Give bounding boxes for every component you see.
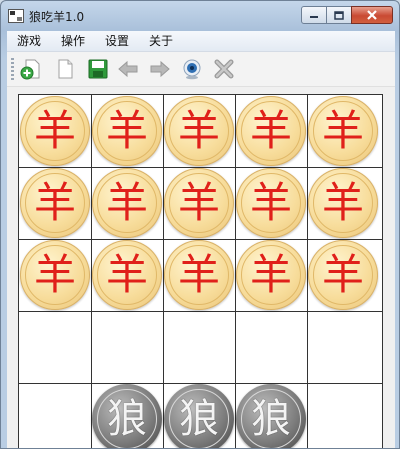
app-icon <box>8 9 24 23</box>
redo-arrow-icon <box>150 60 170 78</box>
sheep-piece[interactable]: 羊 <box>308 96 378 166</box>
blank-document-button[interactable] <box>53 57 77 81</box>
sheep-piece-label: 羊 <box>105 250 148 299</box>
menu-about[interactable]: 关于 <box>139 31 183 51</box>
sheep-piece[interactable]: 羊 <box>92 96 162 166</box>
toolbar-grip[interactable] <box>11 58 14 80</box>
sheep-piece-label: 羊 <box>33 106 76 155</box>
client-area: 游戏 操作 设置 关于 羊 羊 羊 羊 羊 羊 羊 羊 羊 羊 羊 羊 羊 羊 … <box>7 31 395 448</box>
sheep-piece[interactable]: 羊 <box>92 168 162 238</box>
sheep-piece[interactable]: 羊 <box>92 240 162 310</box>
minimize-icon <box>310 16 318 18</box>
save-button[interactable] <box>86 57 110 81</box>
camera-icon <box>183 59 201 80</box>
window-title: 狼吃羊1.0 <box>29 10 85 24</box>
undo-arrow-icon <box>118 60 138 78</box>
new-game-button[interactable] <box>19 57 43 81</box>
sheep-piece[interactable]: 羊 <box>20 240 90 310</box>
sheep-piece[interactable]: 羊 <box>20 96 90 166</box>
blank-document-icon <box>58 59 73 79</box>
sheep-piece[interactable]: 羊 <box>308 168 378 238</box>
sheep-piece-label: 羊 <box>321 106 364 155</box>
sheep-piece-label: 羊 <box>249 178 292 227</box>
wolf-piece-label: 狼 <box>179 396 219 442</box>
sheep-piece[interactable]: 羊 <box>164 240 234 310</box>
close-button[interactable] <box>351 6 393 24</box>
sheep-piece-label: 羊 <box>177 178 220 227</box>
sheep-piece[interactable]: 羊 <box>236 168 306 238</box>
menu-settings[interactable]: 设置 <box>95 31 139 51</box>
toolbar <box>7 52 395 87</box>
stop-button[interactable] <box>212 57 236 81</box>
sheep-piece-label: 羊 <box>33 250 76 299</box>
maximize-button[interactable] <box>326 6 352 24</box>
sheep-piece-label: 羊 <box>105 178 148 227</box>
sheep-piece-label: 羊 <box>177 106 220 155</box>
new-game-icon <box>20 59 40 80</box>
maximize-icon <box>334 10 344 20</box>
sheep-piece-label: 羊 <box>105 106 148 155</box>
minimize-button[interactable] <box>301 6 327 24</box>
save-icon <box>88 59 108 79</box>
sheep-piece-label: 羊 <box>321 178 364 227</box>
sheep-piece-label: 羊 <box>177 250 220 299</box>
sheep-piece[interactable]: 羊 <box>308 240 378 310</box>
menu-game[interactable]: 游戏 <box>7 31 51 51</box>
menu-operate[interactable]: 操作 <box>51 31 95 51</box>
close-icon <box>367 10 377 20</box>
wolf-piece[interactable]: 狼 <box>236 384 306 448</box>
app-window: 狼吃羊1.0 游戏 操作 设置 关于 羊 羊 羊 羊 羊 羊 羊 羊 羊 羊 羊… <box>0 0 400 449</box>
camera-button[interactable] <box>180 57 204 81</box>
sheep-piece[interactable]: 羊 <box>20 168 90 238</box>
grid-line-horizontal <box>19 311 382 312</box>
undo-button[interactable] <box>116 57 140 81</box>
sheep-piece[interactable]: 羊 <box>164 96 234 166</box>
wolf-piece[interactable]: 狼 <box>92 384 162 448</box>
sheep-piece-label: 羊 <box>249 250 292 299</box>
sheep-piece[interactable]: 羊 <box>164 168 234 238</box>
sheep-piece-label: 羊 <box>249 106 292 155</box>
wolf-piece-label: 狼 <box>251 396 291 442</box>
wolf-piece-label: 狼 <box>107 396 147 442</box>
game-board[interactable]: 羊羊羊羊羊羊羊羊羊羊羊羊羊羊羊狼狼狼 <box>18 94 383 448</box>
wolf-piece[interactable]: 狼 <box>164 384 234 448</box>
redo-button[interactable] <box>148 57 172 81</box>
menu-bar: 游戏 操作 设置 关于 <box>7 31 395 52</box>
window-controls <box>301 6 393 24</box>
close-x-icon <box>214 59 234 79</box>
sheep-piece[interactable]: 羊 <box>236 96 306 166</box>
sheep-piece-label: 羊 <box>33 178 76 227</box>
sheep-piece-label: 羊 <box>321 250 364 299</box>
sheep-piece[interactable]: 羊 <box>236 240 306 310</box>
title-bar[interactable]: 狼吃羊1.0 <box>1 1 399 31</box>
